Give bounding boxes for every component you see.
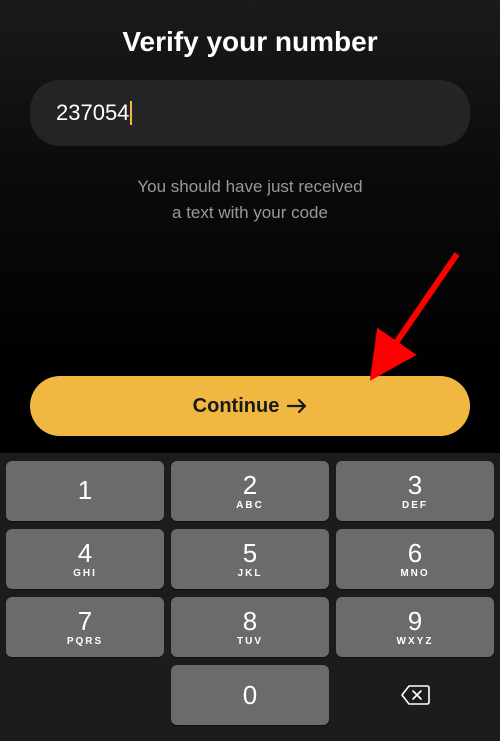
key-letters: DEF: [402, 500, 428, 511]
key-number: 7: [78, 608, 92, 634]
keypad-key-9[interactable]: 9 WXYZ: [336, 597, 494, 657]
keypad-key-0[interactable]: 0: [171, 665, 329, 725]
key-letters: WXYZ: [397, 636, 434, 647]
verification-code-input[interactable]: 237054: [30, 80, 470, 146]
key-number: 8: [243, 608, 257, 634]
keypad-key-2[interactable]: 2 ABC: [171, 461, 329, 521]
keypad-key-6[interactable]: 6 MNO: [336, 529, 494, 589]
arrow-right-icon: [287, 398, 307, 414]
code-value: 237054: [56, 100, 129, 126]
text-cursor: [130, 101, 132, 125]
key-letters: ABC: [236, 500, 264, 511]
keypad-key-5[interactable]: 5 JKL: [171, 529, 329, 589]
keypad-key-1[interactable]: 1: [6, 461, 164, 521]
keypad-key-4[interactable]: 4 GHI: [6, 529, 164, 589]
continue-button[interactable]: Continue: [30, 376, 470, 436]
key-letters: MNO: [400, 568, 429, 579]
key-number: 6: [408, 540, 422, 566]
key-letters: JKL: [238, 568, 263, 579]
key-letters: TUV: [237, 636, 263, 647]
keypad-key-8[interactable]: 8 TUV: [171, 597, 329, 657]
page-title: Verify your number: [0, 0, 500, 80]
key-number: 0: [243, 682, 257, 708]
keypad-delete-button[interactable]: [336, 665, 494, 725]
key-number: 4: [78, 540, 92, 566]
keypad-key-3[interactable]: 3 DEF: [336, 461, 494, 521]
key-number: 1: [78, 477, 92, 503]
key-number: 5: [243, 540, 257, 566]
keypad-key-7[interactable]: 7 PQRS: [6, 597, 164, 657]
helper-text: You should have just received a text wit…: [0, 146, 500, 225]
key-number: 2: [243, 472, 257, 498]
key-number: 3: [408, 472, 422, 498]
key-letters: PQRS: [67, 636, 103, 647]
backspace-icon: [400, 684, 430, 706]
helper-text-line2: a text with your code: [172, 203, 328, 222]
annotation-arrow-icon: [362, 246, 472, 386]
helper-text-line1: You should have just received: [137, 177, 362, 196]
key-letters: GHI: [73, 568, 97, 579]
key-number: 9: [408, 608, 422, 634]
keypad-spacer: [6, 665, 164, 725]
continue-label: Continue: [193, 395, 280, 418]
numeric-keypad: 1 2 ABC 3 DEF 4 GHI 5 JKL 6 MNO 7 PQRS: [0, 453, 500, 741]
